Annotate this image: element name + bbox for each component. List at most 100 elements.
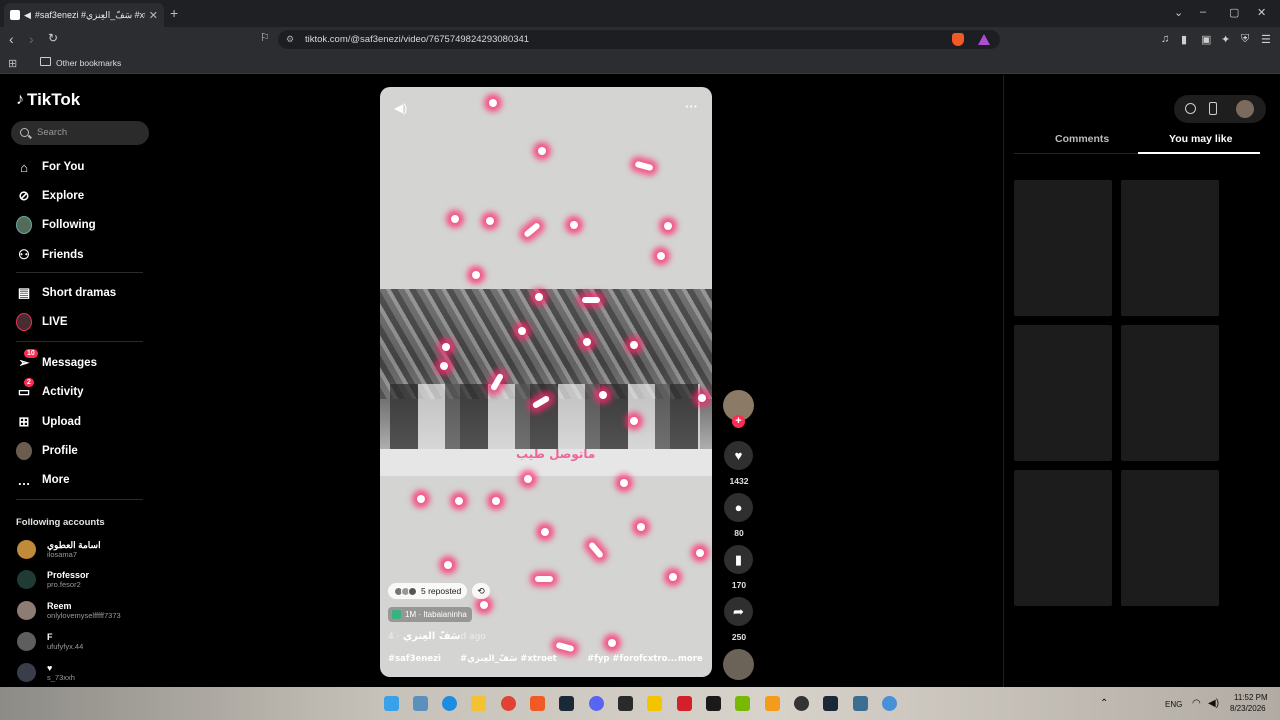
suggested-video-card[interactable] [1121,325,1219,461]
glow-particle [599,391,607,399]
sidebar-item-short-dramas[interactable]: ▤ Short dramas [16,284,116,302]
clock-date[interactable]: 8/23/2026 [1230,704,1266,713]
speaker-icon[interactable]: ◀ [24,10,31,21]
glow-particle [480,601,488,609]
share-button[interactable]: ➦ [724,597,753,626]
following-account[interactable]: ♥ s_73xxh [17,663,75,682]
tiktok-logo[interactable]: ♪ TikTok [16,90,80,110]
avatar[interactable] [1236,100,1254,118]
video-author[interactable]: سَفّ العِنزي · 4d ago [388,631,486,642]
close-window-button[interactable]: ✕ [1257,6,1266,19]
more-link[interactable]: more [678,654,703,664]
glow-particle [555,641,575,653]
tab-comments[interactable]: Comments [1055,133,1109,145]
wallet-icon[interactable]: ▣ [1201,33,1211,46]
following-account[interactable]: Fufufyfyx.44 [17,632,83,651]
app-icon[interactable] [706,696,721,711]
browser-tab[interactable]: ◀ #saf3enezi #سَفّ_العِنزي #xtro ✕ [4,3,164,27]
suggested-video-card[interactable] [1014,470,1112,606]
rockstar-icon[interactable] [647,696,662,711]
suggested-video-card[interactable] [1014,180,1112,316]
minimize-button[interactable]: – [1200,6,1206,18]
sidebar-item-live[interactable]: LIVE [16,313,68,331]
reload-icon[interactable]: ↻ [48,31,58,45]
back-icon[interactable]: ‹ [9,31,14,47]
sidebar-item-friends[interactable]: ⚇ Friends [16,246,83,264]
close-tab-icon[interactable]: ✕ [149,9,158,22]
music-disc-avatar[interactable] [723,649,754,680]
address-bar[interactable]: ⚙ tiktok.com/@saf3enezi/video/7675749824… [278,30,1000,49]
device-icon[interactable] [1209,102,1217,115]
hashtag[interactable]: #saf3enezi [388,654,441,664]
site-info-icon[interactable]: ⚙ [286,30,294,49]
suggested-video-card[interactable] [1014,325,1112,461]
language-indicator[interactable]: ENG [1165,700,1182,709]
glow-particle [541,528,549,536]
sidebar-item-activity[interactable]: ▭ 2 Activity [16,378,84,401]
glow-particle [696,549,704,557]
bookmark-icon[interactable]: ⚐ [260,31,270,44]
sidebar-item-messages[interactable]: ➢ 10 Messages [16,349,97,372]
chrome-icon[interactable] [501,696,516,711]
follow-plus-icon[interactable]: + [732,415,745,428]
sidebar-item-explore[interactable]: ⊘ Explore [16,187,85,205]
tab-you-may-like[interactable]: You may like [1169,133,1232,145]
bookmark-folder-label[interactable]: Other bookmarks [56,58,121,68]
video-player[interactable]: ماتوصل طيب ◀) ··· 5 reposted ⟲ 1M · Itab… [380,87,712,677]
nvidia-icon[interactable] [735,696,750,711]
music-tag[interactable]: 1M · Itabaianinha [388,607,472,622]
sidebar-item-profile[interactable]: Profile [16,442,78,460]
brave-shields-icon[interactable] [952,33,964,46]
leo-ai-icon[interactable]: ✦ [1221,33,1230,46]
brave-rewards-icon[interactable] [978,34,990,45]
like-button[interactable]: ♥ [724,441,753,470]
volume-icon[interactable]: ◀) [1208,698,1219,709]
media-icon[interactable]: ♫ [1161,33,1169,45]
following-account[interactable]: Reem onlylovemyselfffff7373 [17,601,121,620]
steam-icon[interactable] [823,696,838,711]
start-icon[interactable] [384,696,399,711]
clock-time[interactable]: 11:52 PM [1234,693,1268,702]
sidebar-icon[interactable]: ▮ [1181,33,1187,46]
widgets-icon[interactable] [413,696,428,711]
volume-icon[interactable]: ◀) [394,101,407,115]
discord-icon[interactable] [589,696,604,711]
vpn-icon[interactable]: ⛨ [1241,33,1249,46]
sidebar-item-more[interactable]: … More [16,471,70,489]
sidebar-item-for-you[interactable]: ⌂ For You [16,158,84,176]
hashtag[interactable]: #سَفّ_العِنزي #xtroet [460,654,557,664]
new-tab-button[interactable]: + [170,5,178,21]
sidebar-item-upload[interactable]: ⊞ Upload [16,413,81,431]
edge-icon[interactable] [442,696,457,711]
repost-pill[interactable]: 5 reposted [388,583,468,599]
tab-search-icon[interactable]: ⌄ [1174,6,1183,19]
following-account[interactable]: Professor pro.fesor2 [17,570,89,589]
menu-icon[interactable]: ☰ [1261,33,1271,46]
wifi-icon[interactable]: ◠ [1192,698,1201,709]
epic-games-icon[interactable] [618,696,633,711]
brave-icon[interactable] [530,696,545,711]
riot-icon[interactable] [677,696,692,711]
following-account[interactable]: اسامة العطوي ilosama7 [17,540,101,559]
app-icon[interactable] [882,696,897,711]
more-options-icon[interactable]: ··· [685,99,698,114]
tray-chevron-icon[interactable]: ⌃ [1100,698,1108,709]
forward-icon[interactable]: › [29,31,34,47]
apps-grid-icon[interactable]: ⊞ [8,57,17,70]
maximize-button[interactable]: ▢ [1229,6,1239,19]
browser-tabstrip: ◀ #saf3enezi #سَفّ_العِنزي #xtro ✕ + ⌄ –… [0,0,1280,27]
hashtag[interactable]: #fyp #forofcxtro... [587,654,677,664]
steam-icon[interactable] [559,696,574,711]
search-input[interactable]: Search [11,121,149,145]
suggested-video-card[interactable] [1121,180,1219,316]
comment-button[interactable]: ● [724,493,753,522]
compass-icon[interactable] [1185,103,1196,114]
file-explorer-icon[interactable] [471,696,486,711]
suggested-video-card[interactable] [1121,470,1219,606]
repost-icon[interactable]: ⟲ [472,583,490,599]
app-icon[interactable] [794,696,809,711]
save-button[interactable]: ▮ [724,545,753,574]
sidebar-item-following[interactable]: Following [16,216,96,234]
app-icon[interactable] [853,696,868,711]
app-icon[interactable] [765,696,780,711]
